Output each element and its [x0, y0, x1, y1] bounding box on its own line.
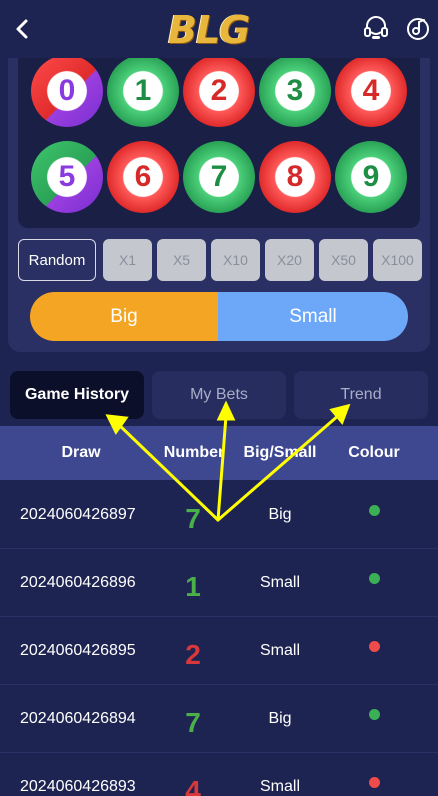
column-header-number: Number — [163, 444, 225, 461]
draw-id: 2024060426893 — [20, 778, 136, 795]
colour-dot — [368, 640, 380, 652]
big-small-value: Big — [268, 506, 292, 523]
multiplier-x100-button[interactable]: X100 — [373, 239, 422, 281]
colour-dot — [368, 776, 380, 788]
colour-cell — [334, 617, 414, 685]
colour-cell — [334, 753, 414, 796]
ball-2[interactable]: 2 — [183, 55, 255, 127]
table-row: 2024060426897 7 Big — [0, 481, 438, 549]
ball-label: 5 — [58, 160, 76, 193]
app-logo: BLG — [168, 8, 272, 52]
ball-8[interactable]: 8 — [259, 141, 331, 213]
colour-dot — [368, 708, 380, 720]
draw-id: 2024060426894 — [20, 710, 136, 727]
table-row: 2024060426894 7 Big — [0, 685, 438, 753]
ball-label: 3 — [286, 74, 304, 107]
draw-id: 2024060426895 — [20, 642, 136, 659]
top-bar: BLG — [0, 0, 438, 58]
draw-id: 2024060426897 — [20, 506, 136, 523]
logo-text: BLG — [168, 8, 250, 52]
big-small-value: Small — [259, 574, 300, 591]
colour-cell — [334, 549, 414, 617]
ball-5[interactable]: 5 — [31, 141, 103, 213]
multiplier-row: Random X1 X5 X10 X20 X50 X100 — [18, 239, 424, 281]
big-small-selector: Big Small — [30, 292, 408, 341]
small-button[interactable]: Small — [218, 292, 408, 341]
multiplier-x1-button[interactable]: X1 — [103, 239, 152, 281]
table-row: 2024060426895 2 Small — [0, 617, 438, 685]
draw-number: 4 — [185, 775, 201, 796]
table-row: 2024060426893 4 Small — [0, 753, 438, 796]
ball-0[interactable]: 0 — [31, 55, 103, 127]
tab-trend[interactable]: Trend — [294, 371, 428, 419]
multiplier-x50-button[interactable]: X50 — [319, 239, 368, 281]
multiplier-x5-button[interactable]: X5 — [157, 239, 206, 281]
ball-1[interactable]: 1 — [107, 55, 179, 127]
ball-label: 0 — [58, 74, 76, 107]
random-button[interactable]: Random — [18, 239, 96, 281]
colour-cell — [334, 481, 414, 549]
ball-label: 6 — [134, 160, 152, 193]
column-header-colour: Colour — [348, 444, 400, 461]
big-small-value: Big — [268, 710, 292, 727]
column-header-draw: Draw — [61, 444, 101, 461]
draw-number: 7 — [185, 707, 201, 738]
colour-dot — [368, 504, 380, 516]
ball-4[interactable]: 4 — [335, 55, 407, 127]
big-small-value: Small — [259, 642, 300, 659]
ball-7[interactable]: 7 — [183, 141, 255, 213]
history-tabs: Game History My Bets Trend — [10, 371, 428, 419]
ball-label: 4 — [362, 74, 380, 107]
draw-id: 2024060426896 — [20, 574, 136, 591]
colour-dot — [368, 572, 380, 584]
ball-label: 7 — [210, 160, 228, 193]
ball-label: 9 — [362, 160, 380, 193]
betting-panel: 0 1 2 3 4 5 6 7 8 9 Random X1 X5 X10 X20… — [8, 40, 430, 352]
draw-number: 1 — [185, 571, 201, 602]
draw-number: 7 — [185, 503, 201, 534]
table-row: 2024060426896 1 Small — [0, 549, 438, 617]
ball-label: 8 — [286, 160, 304, 193]
tab-game-history[interactable]: Game History — [10, 371, 144, 419]
back-arrow-icon[interactable] — [8, 12, 36, 46]
customer-service-icon[interactable] — [362, 14, 390, 42]
tab-my-bets[interactable]: My Bets — [152, 371, 286, 419]
ball-label: 2 — [210, 74, 228, 107]
multiplier-x20-button[interactable]: X20 — [265, 239, 314, 281]
column-header-big-small: Big/Small — [243, 444, 317, 461]
draw-number: 2 — [185, 639, 201, 670]
table-header: Draw Number Big/Small Colour — [0, 426, 438, 480]
number-ball-grid: 0 1 2 3 4 5 6 7 8 9 — [18, 40, 420, 228]
big-button[interactable]: Big — [30, 292, 218, 341]
ball-3[interactable]: 3 — [259, 55, 331, 127]
multiplier-x10-button[interactable]: X10 — [211, 239, 260, 281]
ball-9[interactable]: 9 — [335, 141, 407, 213]
big-small-value: Small — [259, 778, 300, 795]
music-toggle-icon[interactable] — [404, 14, 432, 42]
colour-cell — [334, 685, 414, 753]
ball-label: 1 — [134, 74, 152, 107]
ball-6[interactable]: 6 — [107, 141, 179, 213]
